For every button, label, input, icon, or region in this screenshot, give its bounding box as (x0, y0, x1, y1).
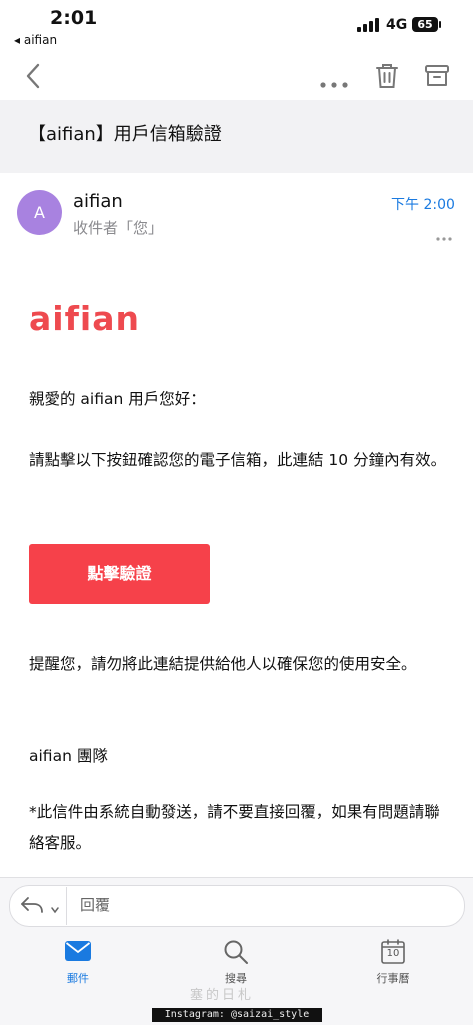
sent-time: 下午 2:00 (391, 197, 455, 213)
tab-label: 行事曆 (376, 972, 410, 985)
tab-calendar[interactable]: 10 行事曆 (353, 937, 433, 987)
calendar-day: 10 (386, 948, 400, 959)
watermark-text: 塞的日札 (190, 988, 255, 1003)
signature-text: aifian 團隊 (29, 747, 108, 765)
verify-button[interactable]: 點擊驗證 (29, 544, 210, 604)
email-subject: 【aifian】用戶信箱驗證 (28, 124, 222, 145)
avatar[interactable]: A (17, 190, 62, 235)
brand-logo: aifian (29, 299, 141, 338)
tab-mail[interactable]: 郵件 (38, 937, 118, 987)
back-to-app-link[interactable]: ◂ aifian (14, 33, 57, 47)
reply-icon[interactable] (19, 895, 45, 915)
ellipsis-icon[interactable] (320, 73, 348, 88)
envelope-icon (65, 941, 91, 965)
recipient-label[interactable]: 收件者「您」 (73, 217, 163, 238)
reminder-text: 提醒您，請勿將此連結提供給他人以確保您的使用安全。 (29, 655, 417, 673)
battery-icon: 65 (412, 17, 438, 32)
tab-search[interactable]: 搜尋 (196, 937, 276, 987)
trash-icon[interactable] (374, 62, 400, 90)
greeting-text: 親愛的 aifian 用戶您好： (29, 390, 206, 408)
watermark-handle: Instagram: @saizai_style (152, 1008, 322, 1022)
magnifier-icon (223, 939, 249, 969)
instruction-text: 請點擊以下按鈕確認您的電子信箱，此連結 10 分鐘內有效。 (29, 451, 447, 469)
archive-icon[interactable] (424, 63, 450, 89)
footnote-text: *此信件由系統自動發送，請不要直接回覆，如果有問題請聯絡客服。 (29, 803, 440, 852)
divider (66, 887, 67, 925)
chevron-down-icon[interactable] (50, 900, 60, 914)
reply-input[interactable]: 回覆 (80, 894, 110, 915)
reply-box[interactable] (9, 885, 465, 927)
battery-tip (439, 21, 441, 28)
ellipsis-icon[interactable] (436, 226, 452, 241)
tab-label: 郵件 (67, 972, 89, 985)
signal-icon (357, 18, 379, 32)
status-time: 2:01 (50, 7, 98, 29)
network-label: 4G (386, 17, 408, 33)
sender-name[interactable]: aifian (73, 191, 123, 212)
calendar-icon: 10 (381, 939, 405, 964)
chevron-left-icon[interactable] (22, 62, 46, 90)
